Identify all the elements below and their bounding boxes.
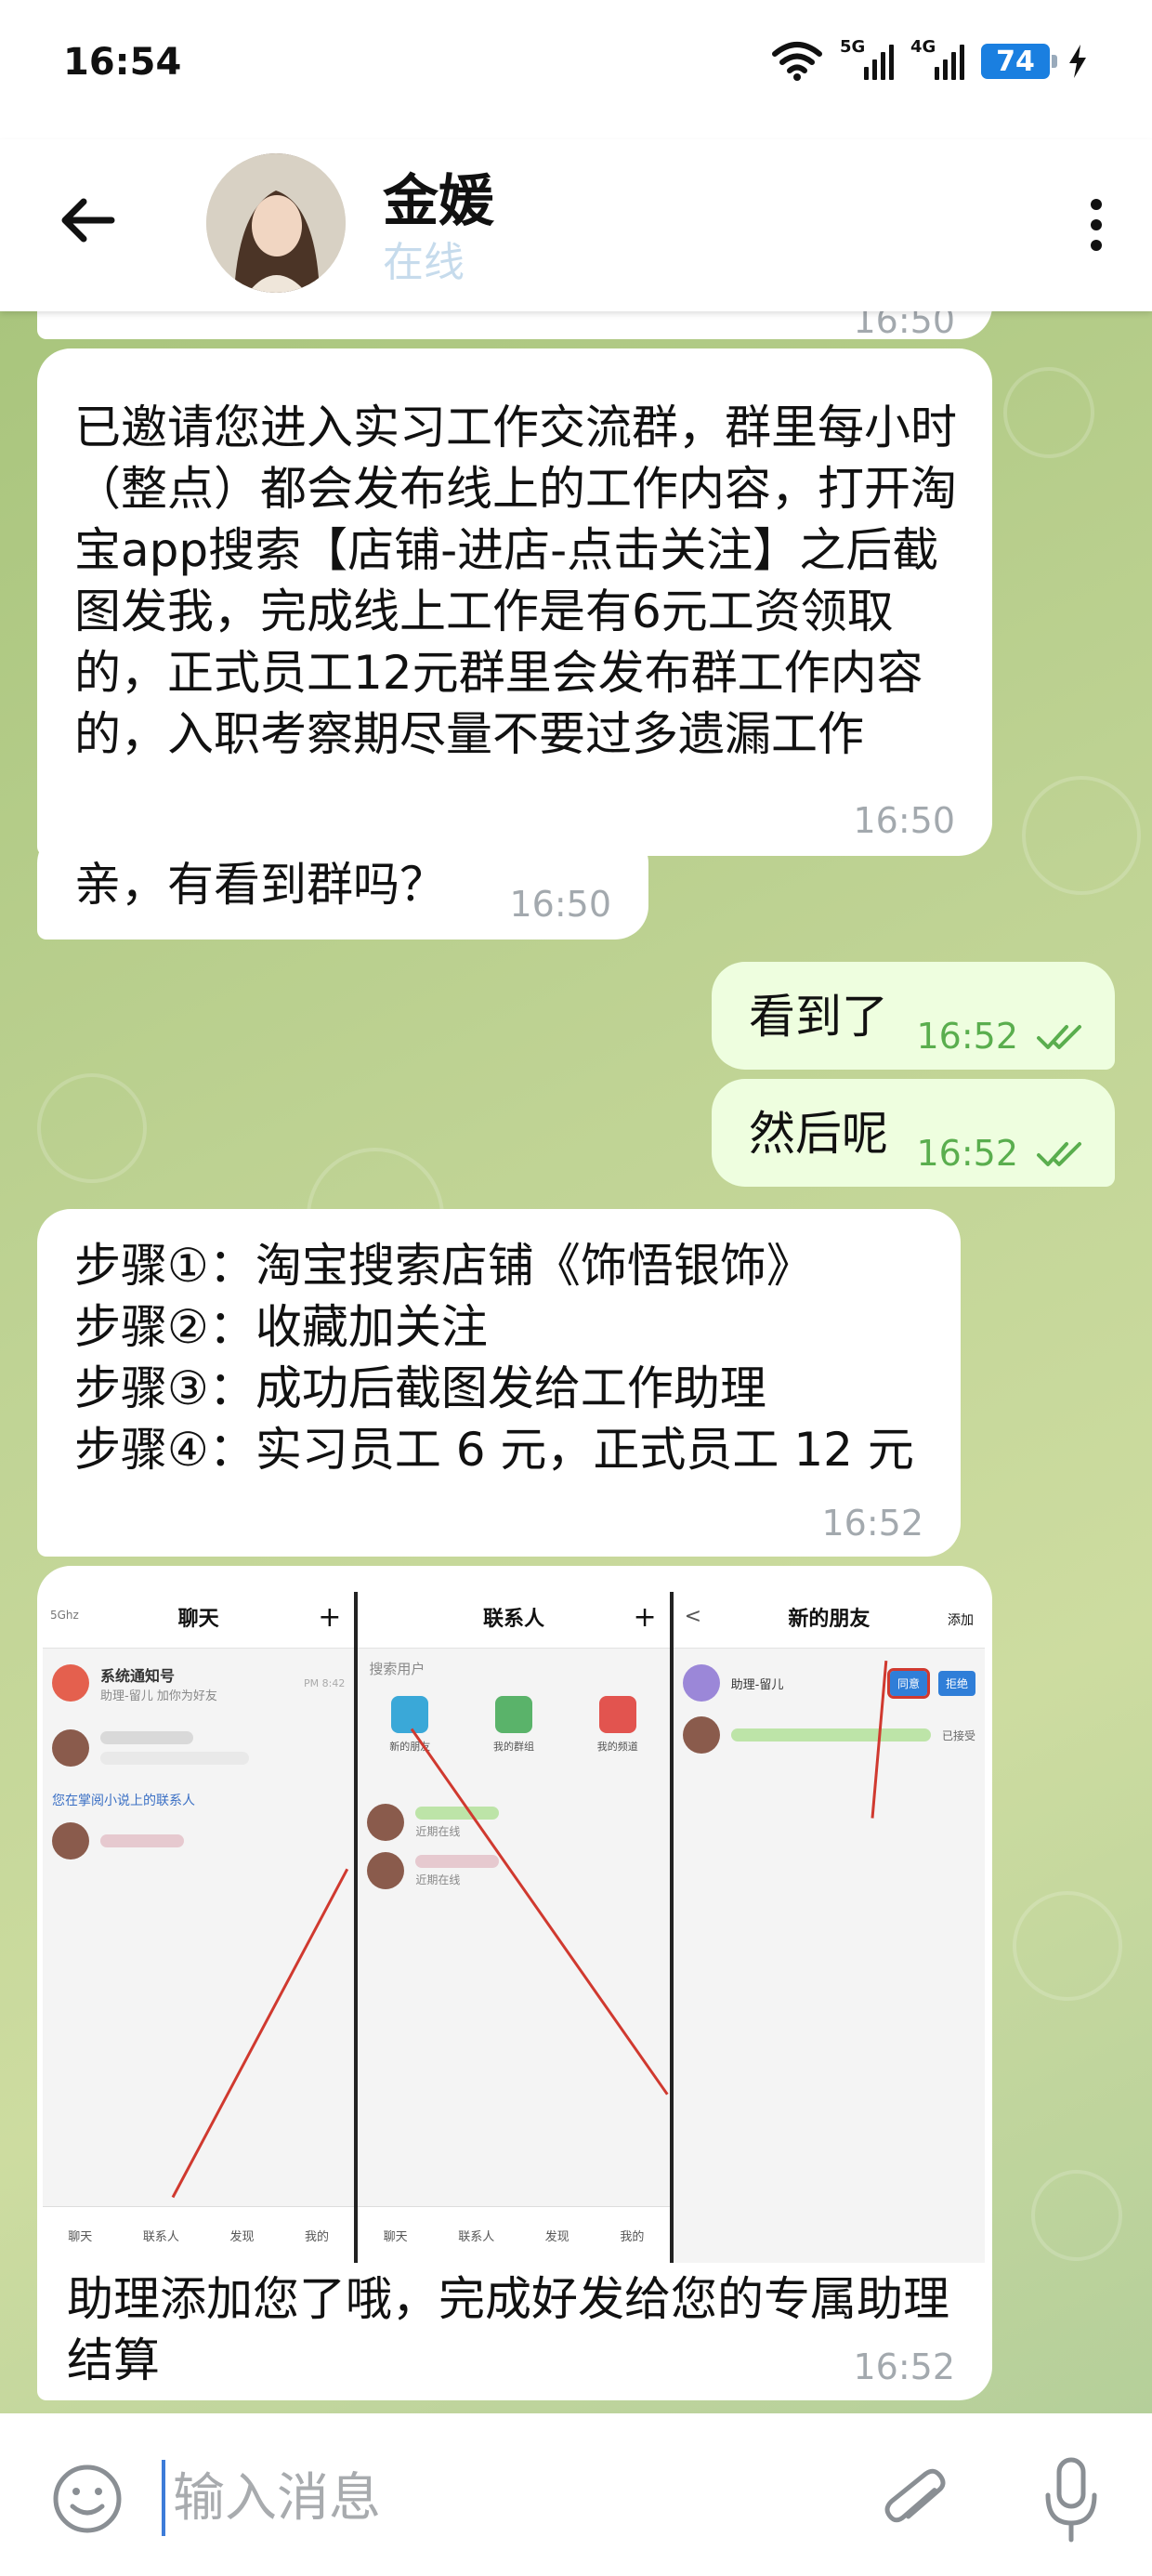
panel-row: 系统通知号 助理-留儿 加你为好友 PM 8:42 bbox=[52, 1653, 345, 1713]
panel-title: 聊天 bbox=[43, 1592, 355, 1649]
message-time: 16:52 bbox=[916, 1016, 1018, 1057]
panel-row-sub: 助理-留儿 加你为好友 bbox=[100, 1689, 217, 1703]
doodle-decoration bbox=[1003, 367, 1094, 458]
message-time: 16:52 bbox=[916, 1133, 1018, 1174]
panel-row: 近期在线 bbox=[367, 1841, 660, 1900]
emoji-icon[interactable] bbox=[50, 2462, 124, 2536]
panel-title: 新的朋友 bbox=[673, 1592, 985, 1649]
status-time: 16:54 bbox=[63, 41, 182, 84]
message-bubble-image[interactable]: 聊天 5Ghz + 系统通知号 助理-留儿 加你为好友 PM 8:42 您在掌阅… bbox=[37, 1566, 992, 2400]
message-time: 16:50 bbox=[509, 884, 611, 925]
screenshot-panel-chats: 聊天 5Ghz + 系统通知号 助理-留儿 加你为好友 PM 8:42 您在掌阅… bbox=[43, 1592, 355, 2263]
screenshot-panel-new-friends: 新的朋友 < 添加 助理-留儿 同意 拒绝 已接受 bbox=[673, 1592, 985, 2263]
panel-status: 5Ghz bbox=[50, 1609, 79, 1622]
panel-action: 添加 bbox=[947, 1613, 974, 1628]
panel-plus: + bbox=[633, 1601, 657, 1634]
chat-header: 金媛 在线 bbox=[0, 139, 1152, 311]
panel-back: < bbox=[684, 1605, 702, 1628]
message-bubble-outgoing[interactable]: 然后呢 16:52 bbox=[712, 1079, 1115, 1187]
wifi-icon bbox=[772, 42, 822, 81]
contact-name[interactable]: 金媛 bbox=[383, 156, 494, 237]
message-text: 已邀请您进入实习工作交流群，群里每小时（整点）都会发布线上的工作内容，打开淘宝a… bbox=[74, 401, 957, 761]
doodle-decoration bbox=[1013, 1891, 1122, 2001]
panel-tabbar: 聊天 联系人 发现 我的 bbox=[358, 2206, 670, 2263]
panel-row bbox=[52, 1718, 345, 1778]
message-bubble[interactable]: 已邀请您进入实习工作交流群，群里每小时（整点）都会发布线上的工作内容，打开淘宝a… bbox=[37, 348, 992, 856]
chat-area[interactable]: 16:50 已邀请您进入实习工作交流群，群里每小时（整点）都会发布线上的工作内容… bbox=[0, 311, 1152, 2413]
message-composer bbox=[0, 2413, 1152, 2576]
annotation-arrow bbox=[171, 1868, 349, 2199]
charging-icon bbox=[1069, 45, 1086, 78]
more-menu-icon[interactable] bbox=[1078, 188, 1115, 262]
avatar-portrait-icon bbox=[206, 153, 346, 293]
signal-4g-icon: 4G bbox=[910, 37, 964, 80]
step-line-4: 步骤④：实习员工 6 元，正式员工 12 元 bbox=[74, 1423, 914, 1477]
panel-plus: + bbox=[318, 1601, 342, 1634]
read-double-check-icon bbox=[1037, 1142, 1081, 1166]
back-arrow-icon[interactable] bbox=[56, 188, 121, 253]
panel-row: 助理-留儿 同意 拒绝 bbox=[682, 1653, 975, 1713]
contact-avatar[interactable] bbox=[206, 153, 346, 293]
message-bubble[interactable]: 亲，有看到群吗？ 16:50 bbox=[37, 830, 648, 940]
attachment-icon[interactable] bbox=[879, 2460, 953, 2543]
message-bubble-partial[interactable]: 16:50 bbox=[37, 311, 992, 341]
panel-row-time: PM 8:42 bbox=[304, 1676, 346, 1689]
message-text: 助理添加您了哦，完成好发给您的专属助理结算 bbox=[67, 2272, 949, 2387]
panel-row bbox=[52, 1811, 345, 1871]
message-time: 16:52 bbox=[853, 2346, 955, 2387]
message-time: 16:52 bbox=[821, 1503, 923, 1544]
doodle-decoration bbox=[37, 1073, 147, 1183]
panel-title: 联系人 bbox=[358, 1592, 670, 1649]
status-icons: 5G 4G 74 bbox=[771, 37, 1089, 82]
step-line-3: 步骤③：成功后截图发给工作助理 bbox=[74, 1361, 766, 1415]
signal-5g-icon: 5G bbox=[840, 37, 894, 80]
contact-status: 在线 bbox=[383, 239, 465, 286]
panel-shortcuts: 新的朋友 我的群组 我的频道 bbox=[358, 1696, 669, 1754]
doodle-decoration bbox=[1031, 2170, 1122, 2261]
battery-icon: 74 bbox=[981, 44, 1057, 79]
panel-row-name: 系统通知号 bbox=[100, 1666, 176, 1685]
message-input[interactable] bbox=[162, 2460, 844, 2536]
panel-section-label: 您在掌阅小说上的联系人 bbox=[52, 1794, 195, 1808]
read-double-check-icon bbox=[1037, 1025, 1081, 1049]
message-time: 16:50 bbox=[853, 800, 955, 841]
message-time: 16:50 bbox=[853, 311, 955, 341]
microphone-icon[interactable] bbox=[1039, 2452, 1104, 2545]
panel-search: 搜索用户 bbox=[369, 1661, 425, 1677]
message-bubble-outgoing[interactable]: 看到了 16:52 bbox=[712, 962, 1115, 1070]
doodle-decoration bbox=[1022, 776, 1141, 895]
panel-row: 已接受 bbox=[682, 1705, 975, 1765]
screenshot-panel-contacts: 联系人 + 搜索用户 新的朋友 我的群组 我的频道 近期在线 近期在线 聊天 联… bbox=[358, 1592, 670, 2263]
step-line-2: 步骤②：收藏加关注 bbox=[74, 1300, 488, 1354]
tutorial-screenshot[interactable]: 聊天 5Ghz + 系统通知号 助理-留儿 加你为好友 PM 8:42 您在掌阅… bbox=[43, 1592, 985, 2263]
panel-tabbar: 聊天 联系人 发现 我的 bbox=[43, 2206, 355, 2263]
step-line-1: 步骤①：淘宝搜索店铺《饰悟银饰》 bbox=[74, 1239, 813, 1293]
status-bar: 16:54 5G 4G 74 bbox=[0, 0, 1152, 139]
message-bubble[interactable]: 步骤①：淘宝搜索店铺《饰悟银饰》 步骤②：收藏加关注 步骤③：成功后截图发给工作… bbox=[37, 1209, 961, 1557]
annotation-arrow bbox=[411, 1728, 669, 2096]
